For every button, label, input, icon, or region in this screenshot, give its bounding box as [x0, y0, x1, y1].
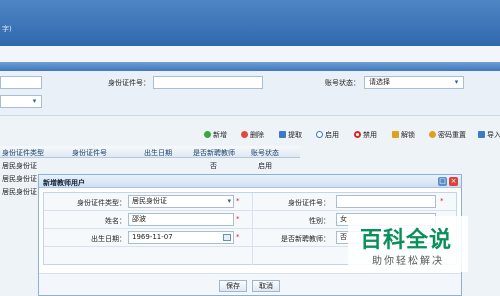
disable-button[interactable]: 禁用: [354, 130, 377, 140]
delete-button[interactable]: 删除: [241, 130, 264, 140]
enable-button[interactable]: 启用: [316, 130, 339, 140]
panel-header-bar: [0, 62, 500, 71]
close-icon[interactable]: ×: [449, 177, 458, 186]
name-input[interactable]: 邵波: [128, 213, 234, 226]
id-type-select[interactable]: 居民身份证 ▾: [128, 195, 234, 208]
required-mark: *: [236, 233, 240, 241]
new-teacher-label: 是否新聘教师：: [281, 235, 330, 243]
cell-new-teacher: 否: [210, 162, 217, 170]
reset-password-button[interactable]: 密码重置: [429, 130, 466, 140]
import-icon: [478, 131, 485, 138]
grid-header: 身份证件类型 身份证件号 出生日期 是否新聘教师 账号状态: [0, 146, 300, 158]
search-id-number-input[interactable]: [153, 76, 263, 89]
name-label: 姓名：: [105, 217, 126, 225]
unlock-button[interactable]: 解锁: [392, 130, 415, 140]
key-icon: [429, 131, 436, 138]
cell-id-type: 居民身份证: [2, 188, 37, 196]
watermark-subtitle: 助你轻松解决: [372, 256, 444, 267]
required-mark: *: [236, 215, 240, 223]
search-account-status-label: 账号状态：: [325, 79, 360, 87]
dialog-title-bar: 新增教师用户 □ ×: [39, 175, 461, 188]
search-id-number-label: 身份证件号：: [108, 79, 150, 87]
gender-value: 女: [340, 215, 347, 223]
chevron-down-icon: ▾: [454, 78, 459, 86]
add-button[interactable]: 新增: [204, 130, 227, 140]
cell-account-status: 启用: [258, 162, 272, 170]
birth-date-input[interactable]: 1969-11-07: [128, 231, 234, 244]
birth-date-label: 出生日期：: [91, 235, 126, 243]
watermark: 百科全说 助你轻松解决: [348, 216, 468, 272]
name-value: 邵波: [132, 215, 146, 223]
toolbar: 新增 删除 提取 启用 禁用 解锁 密码重置 导入: [0, 128, 500, 142]
required-mark: *: [236, 197, 240, 205]
app-header: 字): [0, 0, 500, 46]
col-new-teacher[interactable]: 是否新聘教师: [193, 148, 235, 158]
col-id-number[interactable]: 身份证件号: [72, 148, 107, 158]
col-account-status[interactable]: 账号状态: [251, 148, 279, 158]
watermark-logo: 百科全说: [360, 228, 453, 253]
search-panel: 身份证件号： 账号状态： 请选择 ▾ ▾: [0, 71, 500, 116]
search-account-status-value: 请选择: [369, 78, 390, 86]
header-gap: [0, 46, 500, 62]
form-row-id: 身份证件类型： 居民身份证 ▾ * 身份证件号： *: [44, 193, 458, 211]
col-birth-date[interactable]: 出生日期: [144, 148, 172, 158]
table-row[interactable]: 居民身份证 否 启用: [0, 160, 300, 170]
id-type-value: 居民身份证: [132, 197, 167, 205]
chevron-down-icon: ▾: [32, 97, 37, 105]
search-dropdown-select[interactable]: ▾: [0, 95, 42, 108]
birth-date-value: 1969-11-07: [132, 233, 173, 241]
maximize-icon[interactable]: □: [438, 177, 447, 186]
extract-icon: [279, 131, 286, 138]
cancel-button[interactable]: 取消: [252, 280, 280, 292]
disable-icon: [354, 131, 361, 138]
search-account-status-select[interactable]: 请选择 ▾: [364, 76, 464, 89]
id-number-label: 身份证件号：: [288, 199, 330, 207]
dialog-footer: 保存 取消: [39, 273, 461, 295]
save-button[interactable]: 保存: [219, 280, 247, 292]
add-icon: [204, 131, 211, 138]
required-mark: *: [440, 197, 444, 205]
enable-icon: [316, 131, 323, 138]
dialog-title: 新增教师用户: [43, 179, 85, 187]
calendar-icon[interactable]: [223, 234, 231, 241]
delete-icon: [241, 131, 248, 138]
header-hint: 字): [2, 25, 12, 33]
extract-button[interactable]: 提取: [279, 130, 302, 140]
chevron-down-icon: ▾: [227, 197, 231, 205]
col-id-type[interactable]: 身份证件类型: [2, 148, 44, 158]
id-type-label: 身份证件类型：: [77, 199, 126, 207]
import-button[interactable]: 导入: [478, 130, 500, 140]
new-teacher-value: 否: [340, 233, 347, 241]
unlock-icon: [392, 131, 399, 138]
id-number-input[interactable]: [336, 195, 436, 208]
cell-id-type: 居民身份证: [2, 162, 37, 170]
gender-label: 性别：: [309, 217, 330, 225]
search-name-input[interactable]: [0, 76, 42, 89]
cell-id-type: 居民身份证: [2, 175, 37, 183]
